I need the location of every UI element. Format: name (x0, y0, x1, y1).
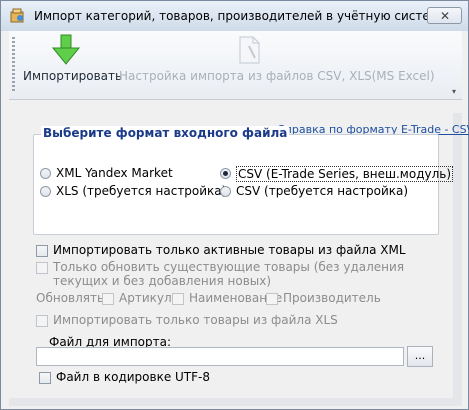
import-button[interactable]: Импортировать (21, 31, 123, 99)
radio-label: CSV (требуется настройка) (236, 184, 409, 198)
horizontal-scrollbar[interactable] (9, 398, 462, 406)
checkbox-box[interactable] (36, 245, 48, 257)
checkbox-label: Производитель (283, 291, 381, 305)
checkbox-label: Артикул (119, 291, 172, 305)
checkbox-box[interactable] (36, 315, 48, 327)
checkbox-label-line2: текущих и без добавления новых) (53, 274, 272, 288)
vertical-scrollbar[interactable] (453, 113, 462, 399)
checkbox-box[interactable] (39, 372, 51, 384)
radio-label: XML Yandex Market (56, 166, 173, 180)
checkbox-box[interactable] (172, 293, 184, 305)
document-icon (237, 36, 261, 67)
down-arrow-icon (51, 34, 81, 69)
checkbox-label: Файл в кодировке UTF-8 (56, 370, 210, 384)
toolbar-overflow-icon[interactable]: ▾ (452, 87, 460, 97)
import-settings-label: Настройка импорта из файлов CSV, XLS(MS … (119, 69, 435, 83)
toolbar: Импортировать Настройка импорта из файло… (9, 31, 462, 100)
radio-circle[interactable] (40, 168, 51, 179)
close-icon: ✕ (440, 9, 451, 23)
radio-label: CSV (E-Trade Series, внеш.модуль) (236, 166, 454, 182)
format-group-box: XML Yandex Market XLS (требуется настрой… (33, 134, 454, 235)
format-group-title: Выберите формат входного файла (41, 126, 290, 140)
settings-panel: Справка по формату E-Trade - CSV XML Yan… (21, 113, 469, 393)
import-button-label: Импортировать (23, 69, 123, 83)
radio-circle[interactable] (220, 186, 231, 197)
app-icon (10, 8, 25, 23)
checkbox-box[interactable] (266, 293, 278, 305)
checkbox-box[interactable] (102, 293, 114, 305)
window-title: Импорт категорий, товаров, производителе… (34, 9, 446, 23)
browse-button[interactable]: ... (407, 346, 433, 367)
radio-circle[interactable] (220, 168, 231, 179)
checkbox-label: Только обновить существующие товары (без… (53, 260, 405, 274)
checkbox-box[interactable] (36, 262, 48, 274)
checkbox-label: Импортировать только активные товары из … (53, 243, 406, 257)
import-dialog-window: Импорт категорий, товаров, производителе… (0, 0, 469, 410)
import-file-input[interactable] (36, 347, 404, 366)
checkbox-label: Импортировать только товары из файла XLS (53, 313, 338, 327)
radio-circle[interactable] (40, 186, 51, 197)
radio-label: XLS (требуется настройка) (56, 184, 227, 198)
import-settings-button[interactable]: Настройка импорта из файлов CSV, XLS(MS … (117, 31, 435, 99)
update-fields-label: Обновлять: (36, 291, 109, 305)
close-button[interactable]: ✕ (427, 7, 462, 24)
title-bar: Импорт категорий, товаров, производителе… (1, 1, 468, 31)
toolbar-grip[interactable] (12, 37, 15, 93)
